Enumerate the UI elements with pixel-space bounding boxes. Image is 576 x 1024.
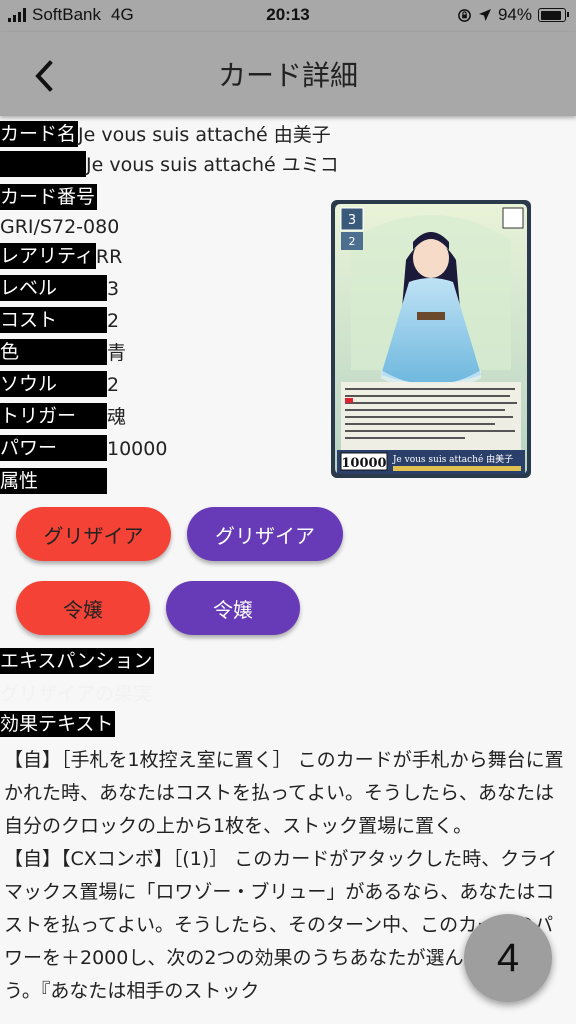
location-icon (478, 9, 491, 21)
card-name-value: Je vous suis attaché 由美子 (78, 124, 331, 146)
status-right: 94% (457, 5, 569, 25)
level-row: レベル 3 (0, 275, 119, 303)
effect-label: 効果テキスト (0, 711, 116, 737)
status-bar: SoftBank 4G 20:13 94% (0, 0, 576, 32)
expansion-label: エキスパンション (0, 648, 155, 674)
attribute-chip-griseia-purple[interactable]: グリザイア (187, 507, 343, 561)
page-title: カード詳細 (217, 59, 358, 92)
floating-count-button[interactable]: 4 (464, 914, 552, 1002)
card-image[interactable]: 3 2 10000 Je vous suis attaché 由美子 (331, 200, 531, 478)
cost-value: 2 (107, 310, 120, 332)
card-number-label: カード番号 (0, 184, 98, 210)
app-bar: カード詳細 (0, 32, 576, 116)
trigger-row: トリガー魂 (0, 403, 126, 431)
level-label: レベル (0, 275, 107, 301)
card-name-row: カード名 Je vous suis attaché 由美子 (0, 121, 331, 149)
soul-row: ソウル 2 (0, 371, 119, 399)
card-name-label: カード名 (0, 121, 79, 147)
power-row: パワー 10000 (0, 435, 167, 463)
level-value: 3 (107, 278, 120, 300)
card-kana-value: Je vous suis attaché ユミコ (86, 154, 339, 176)
attribute-chip-griseia-red[interactable]: グリザイア (16, 507, 171, 561)
rarity-value: RR (95, 246, 123, 268)
expansion-label-row: エキスパンション (0, 648, 155, 676)
trigger-label: トリガー (0, 403, 107, 429)
cost-row: コスト 2 (0, 307, 119, 335)
power-value: 10000 (107, 438, 168, 460)
svg-text:3: 3 (348, 213, 356, 228)
color-row: 色青 (0, 339, 126, 367)
expansion-value: グリザイアの果実 (0, 683, 153, 705)
svg-text:2: 2 (349, 235, 356, 248)
effect-label-row: 効果テキスト (0, 711, 116, 739)
card-image-power: 10000 (341, 456, 386, 471)
card-number-value: GRI/S72-080 (0, 216, 120, 238)
attribute-label: 属性 (0, 468, 107, 494)
cost-label: コスト (0, 307, 107, 333)
battery-icon (538, 8, 569, 22)
trigger-value: 魂 (107, 406, 127, 428)
power-label: パワー (0, 435, 107, 461)
soul-value: 2 (107, 374, 120, 396)
battery-percent: 94% (497, 5, 532, 24)
effect-paragraph-1: 【自】［手札を1枚控え室に置く］ このカードが手札から舞台に置かれた時、あなたは… (4, 749, 564, 837)
rarity-row: レアリティ RR (0, 243, 122, 271)
attribute-chip-reijou-purple[interactable]: 令嬢 (166, 581, 300, 635)
rarity-label: レアリティ (0, 243, 96, 269)
color-value: 青 (107, 342, 127, 364)
soul-label: ソウル (0, 371, 107, 397)
card-number-label-row: カード番号 (0, 184, 98, 212)
card-image-name: Je vous suis attaché 由美子 (392, 453, 513, 465)
color-label: 色 (0, 339, 107, 365)
card-number-row: GRI/S72-080 (0, 213, 119, 241)
kana-label-bar (0, 151, 86, 177)
card-illustration: 3 2 10000 Je vous suis attaché 由美子 (331, 200, 531, 478)
attribute-row: 属性 (0, 468, 107, 496)
card-kana-row: Je vous suis attaché ユミコ (0, 151, 339, 179)
attribute-chip-reijou-red[interactable]: 令嬢 (16, 581, 150, 635)
rotation-lock-icon (458, 8, 471, 22)
